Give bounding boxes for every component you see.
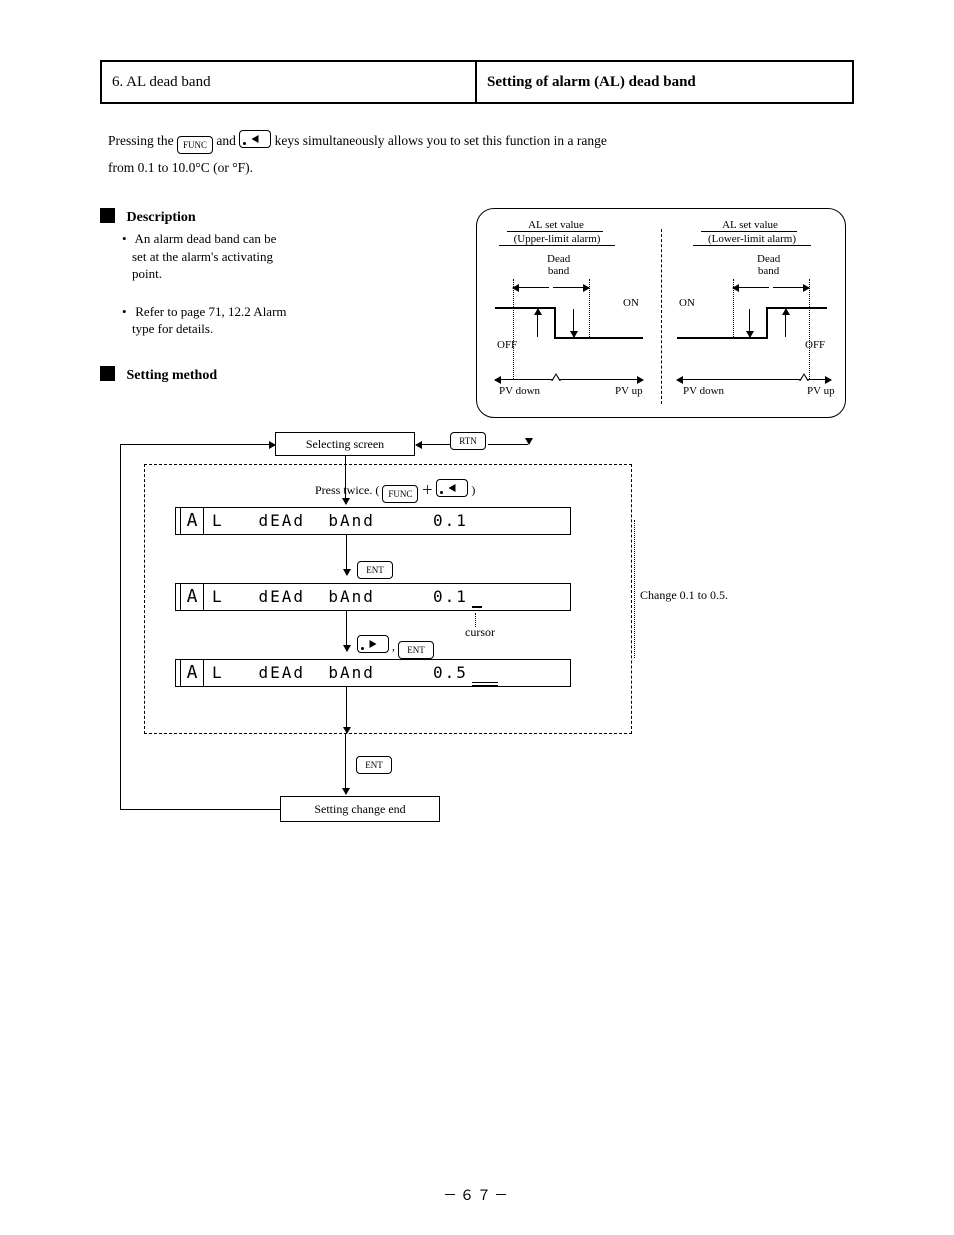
lcd-text-3: L dEAd bAnd 0.5 xyxy=(212,660,564,686)
dead-label-right: Deadband xyxy=(757,253,780,277)
header-box: 6. AL dead band Setting of alarm (AL) de… xyxy=(100,60,854,104)
on-label-left: ON xyxy=(623,297,639,309)
cursor-note: cursor xyxy=(465,625,495,640)
lcd-box-2: A L dEAd bAnd 0.1 xyxy=(175,583,571,611)
press-twice-label: Press twice. ( FUNC ＋ ) xyxy=(315,479,475,503)
lcd-box-1: A L dEAd bAnd 0.1 xyxy=(175,507,571,535)
right-arrow-key-icon xyxy=(357,635,389,653)
bullet-1: • An alarm dead band can be set at the a… xyxy=(122,230,460,283)
pvup-left: PV up xyxy=(615,385,643,397)
setting-method-heading: Setting method xyxy=(100,366,460,384)
return-key-icon: RTN xyxy=(450,432,486,450)
al-upper-label2: AL set value xyxy=(705,219,795,231)
lcd-text-1: L dEAd bAnd 0.1 xyxy=(212,508,564,534)
al-lower-sub: (Lower-limit alarm) xyxy=(693,233,811,245)
header-right: Setting of alarm (AL) dead band xyxy=(477,62,852,102)
dead-band-graphic: AL set value (Upper-limit alarm) Deadban… xyxy=(476,208,846,418)
page-number: －６７－ xyxy=(0,1185,954,1205)
bullet-2: • Refer to page 71, 12.2 Alarm type for … xyxy=(122,303,460,338)
flow-dashbox: Press twice. ( FUNC ＋ ) A L dEAd bAnd 0.… xyxy=(144,464,632,734)
ent-key-icon: ENT xyxy=(356,756,392,774)
flow-chart: Selecting screen RTN Press twice. ( FUNC… xyxy=(100,424,854,854)
func-key-icon: FUNC xyxy=(177,136,213,154)
pvdown-left: PV down xyxy=(499,385,540,397)
intro-line1: Pressing the FUNC and keys simultaneousl… xyxy=(108,130,854,154)
selecting-screen-box: Selecting screen xyxy=(275,432,415,456)
lcd-box-3: A L dEAd bAnd 0.5 xyxy=(175,659,571,687)
ent-key-icon: ENT xyxy=(398,641,434,659)
square-bullet-icon xyxy=(100,366,115,381)
setting-end-box: Setting change end xyxy=(280,796,440,822)
header-left: 6. AL dead band xyxy=(102,62,477,102)
al-upper-label: AL set value xyxy=(511,219,601,231)
pvdown-right: PV down xyxy=(683,385,724,397)
description-heading: Description xyxy=(100,208,460,226)
dead-label-left: Deadband xyxy=(547,253,570,277)
off-label-left: OFF xyxy=(497,339,517,351)
left-arrow-key-icon xyxy=(239,130,271,148)
lcd-text-2: L dEAd bAnd 0.1 xyxy=(212,584,564,610)
left-arrow-key-icon xyxy=(436,479,468,497)
func-key-icon: FUNC xyxy=(382,485,418,503)
ent-key-icon: ENT xyxy=(357,561,393,579)
al-upper-sub: (Upper-limit alarm) xyxy=(499,233,615,245)
right-ent-keys: , ENT xyxy=(357,635,434,659)
off-label-right: OFF xyxy=(805,339,825,351)
intro-line2: from 0.1 to 10.0°C (or °F). xyxy=(108,160,854,176)
change-explain: Change 0.1 to 0.5. xyxy=(640,588,728,603)
square-bullet-icon xyxy=(100,208,115,223)
pvup-right: PV up xyxy=(807,385,835,397)
on-label-right: ON xyxy=(679,297,695,309)
